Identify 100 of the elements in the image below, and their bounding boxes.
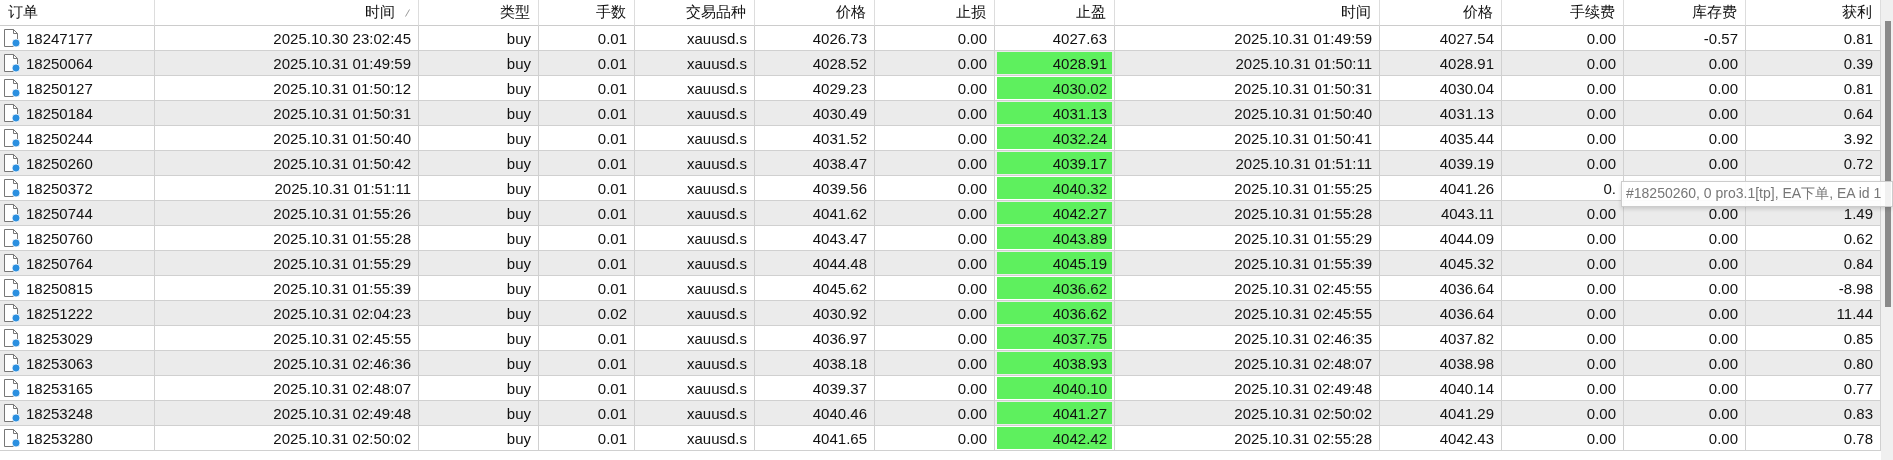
table-cell: 2025.10.31 01:55:29 — [1234, 229, 1372, 247]
document-icon — [3, 53, 21, 73]
table-cell: 0.01 — [597, 329, 627, 347]
table-cell: 2025.10.31 01:49:59 — [1234, 29, 1372, 47]
table-cell: 0.00 — [957, 229, 987, 247]
table-cell: buy — [506, 179, 531, 197]
table-cell: xauusd.s — [686, 429, 747, 447]
table-cell: 0.00 — [1708, 229, 1738, 247]
table-cell: 0.00 — [1586, 104, 1616, 122]
table-cell: 0.00 — [957, 154, 987, 172]
table-cell: 0.00 — [1708, 329, 1738, 347]
table-cell: 0.01 — [597, 279, 627, 297]
table-cell: 4039.37 — [812, 379, 867, 397]
document-icon — [3, 328, 21, 348]
column-header[interactable]: 止损 — [875, 0, 995, 26]
table-cell: xauusd.s — [686, 54, 747, 72]
table-cell: 2025.10.31 01:51:11 — [274, 179, 411, 197]
document-icon — [3, 153, 21, 173]
column-header[interactable]: 时间 — [155, 0, 419, 26]
table-cell: 0.01 — [597, 254, 627, 272]
take-profit-cell: 4038.93 — [997, 352, 1112, 374]
column-header[interactable]: 手续费 — [1502, 0, 1624, 26]
table-cell: 4036.64 — [1439, 304, 1494, 322]
table-cell: 0.81 — [1843, 79, 1873, 97]
document-icon — [3, 128, 21, 148]
table-cell: 2025.10.31 02:46:35 — [1234, 329, 1372, 347]
table-cell: buy — [506, 329, 531, 347]
table-cell: 0.84 — [1843, 254, 1873, 272]
scrollbar-thumb[interactable] — [1885, 21, 1891, 307]
table-cell: 4030.49 — [812, 104, 867, 122]
table-cell: 0.00 — [1708, 254, 1738, 272]
table-cell: xauusd.s — [686, 29, 747, 47]
table-cell: 0.00 — [1708, 429, 1738, 447]
column-header[interactable]: 价格 — [1380, 0, 1502, 26]
table-cell: 0.00 — [957, 429, 987, 447]
table-cell: 0.00 — [1708, 379, 1738, 397]
column-header[interactable]: 时间 — [1115, 0, 1380, 26]
table-cell: 0.00 — [1586, 379, 1616, 397]
table-cell: 0.00 — [1586, 29, 1616, 47]
column-header[interactable]: 库存费 — [1624, 0, 1746, 26]
table-cell: 0.00 — [1586, 229, 1616, 247]
table-cell: 2025.10.31 01:55:25 — [1234, 179, 1372, 197]
table-cell: 2025.10.31 02:48:07 — [273, 379, 411, 397]
column-header[interactable]: 止盈 — [995, 0, 1115, 26]
table-cell: buy — [506, 404, 531, 422]
table-cell: 0.00 — [957, 204, 987, 222]
table-cell: 0.78 — [1843, 429, 1873, 447]
table-cell: 0.00 — [1708, 354, 1738, 372]
table-cell: xauusd.s — [686, 404, 747, 422]
take-profit-cell: 4037.75 — [997, 327, 1112, 349]
table-cell: 4044.48 — [812, 254, 867, 272]
table-cell: 0.81 — [1843, 29, 1873, 47]
table-cell: 4036.64 — [1439, 279, 1494, 297]
table-cell: xauusd.s — [686, 104, 747, 122]
table-cell: 0.00 — [1586, 354, 1616, 372]
table-cell: 3.92 — [1843, 129, 1873, 147]
scrollbar[interactable] — [1881, 0, 1893, 460]
order-number: 18253165 — [26, 379, 93, 397]
table-cell: 2025.10.31 01:50:40 — [1234, 104, 1372, 122]
table-cell: 2025.10.31 02:50:02 — [1234, 404, 1372, 422]
take-profit-cell: 4032.24 — [997, 127, 1112, 149]
order-number: 18253280 — [26, 429, 93, 447]
take-profit-cell: 4039.17 — [997, 152, 1112, 174]
take-profit-cell: 4043.89 — [997, 227, 1112, 249]
take-profit-cell: 4042.42 — [997, 427, 1112, 449]
table-cell: 0.00 — [1708, 304, 1738, 322]
table-cell: 4028.52 — [812, 54, 867, 72]
table-cell: 0.00 — [957, 279, 987, 297]
table-cell: 4030.04 — [1439, 79, 1494, 97]
column-header[interactable]: 交易品种 — [635, 0, 755, 26]
table-cell: xauusd.s — [686, 329, 747, 347]
table-cell: 0.72 — [1843, 154, 1873, 172]
table-cell: 0.00 — [1708, 154, 1738, 172]
table-cell: 0.00 — [957, 254, 987, 272]
table-cell: 2025.10.31 01:50:11 — [1235, 54, 1372, 72]
table-cell: 0.39 — [1843, 54, 1873, 72]
table-cell: 2025.10.31 01:51:11 — [1235, 154, 1372, 172]
table-cell: 0.00 — [957, 54, 987, 72]
order-number: 18250244 — [26, 129, 93, 147]
take-profit-cell: 4030.02 — [997, 77, 1112, 99]
table-cell: 0.00 — [1586, 279, 1616, 297]
column-header[interactable]: 价格 — [755, 0, 875, 26]
table-cell: 0.00 — [957, 404, 987, 422]
table-cell: buy — [506, 429, 531, 447]
column-header[interactable]: 手数 — [539, 0, 635, 26]
order-number: 18253248 — [26, 404, 93, 422]
table-cell: 0.83 — [1843, 404, 1873, 422]
table-cell: 4030.92 — [812, 304, 867, 322]
take-profit-cell: 4040.32 — [997, 177, 1112, 199]
order-number: 18250372 — [26, 179, 93, 197]
table-cell: 0.00 — [957, 129, 987, 147]
table-cell: -8.98 — [1838, 279, 1873, 297]
column-header[interactable]: 类型 — [419, 0, 539, 26]
column-header[interactable]: 订单 — [0, 0, 155, 26]
table-cell: 2025.10.31 02:04:23 — [273, 304, 411, 322]
table-cell: 0.77 — [1843, 379, 1873, 397]
table-cell: buy — [506, 29, 531, 47]
table-cell: 0.00 — [1586, 54, 1616, 72]
table-cell: 4038.18 — [812, 354, 867, 372]
table-cell: buy — [506, 229, 531, 247]
